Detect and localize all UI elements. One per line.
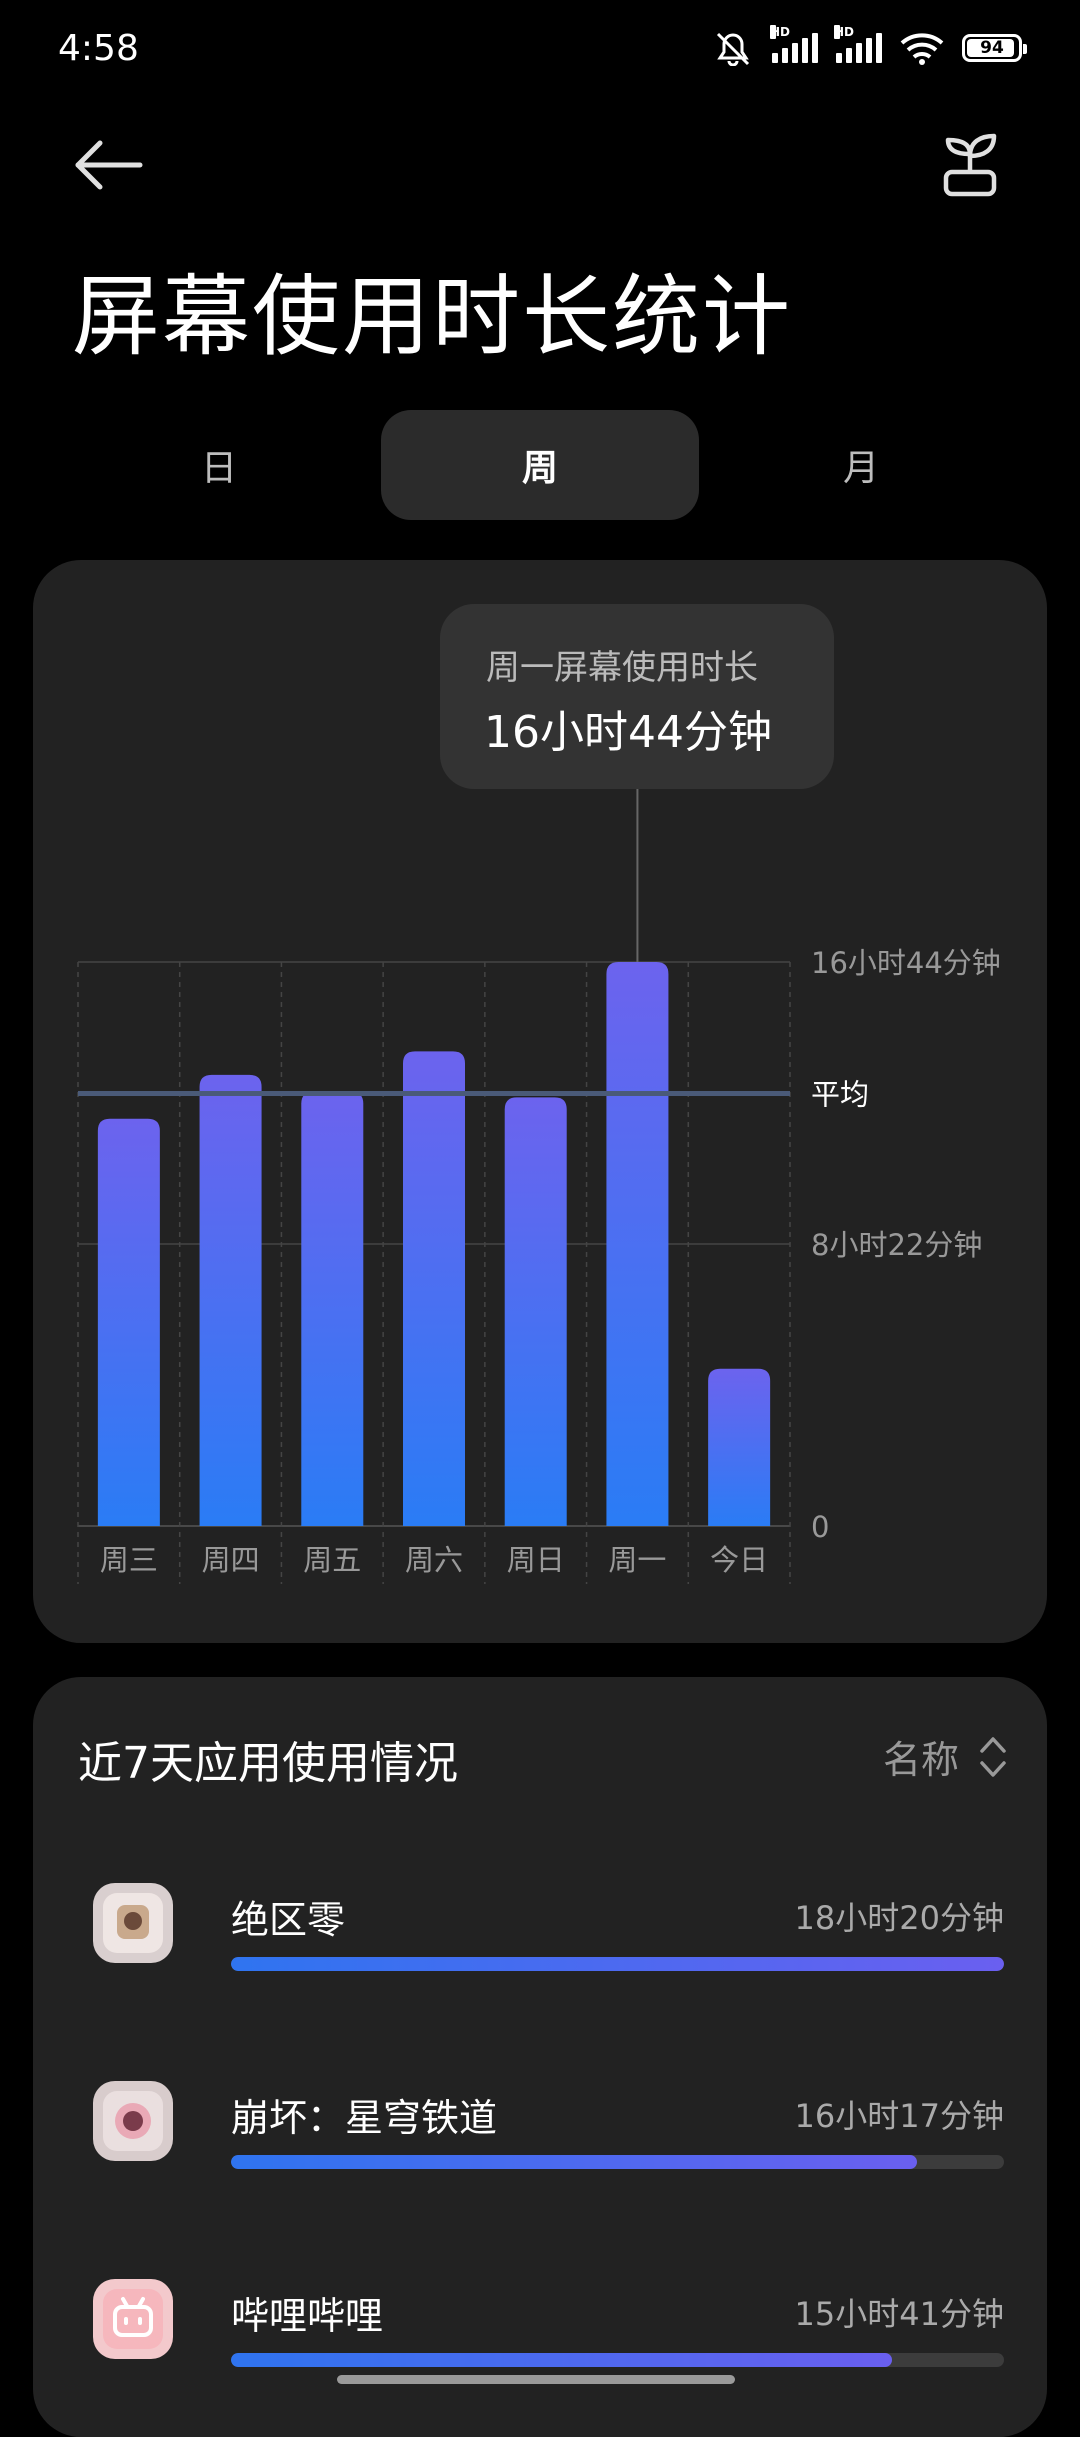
chart-bar [199, 1074, 262, 1526]
x-tick-label: 周三 [100, 1543, 158, 1577]
app-usage-card: 近7天应用使用情况 名称 绝区零 18小时20分钟 崩坏：星穹铁道 16小时17… [33, 1677, 1047, 2437]
app-row[interactable]: 哔哩哔哩 15小时41分钟 [33, 2279, 1047, 2429]
status-time: 4:58 [58, 28, 139, 69]
bilibili-app-icon [93, 2279, 173, 2359]
usage-bar [231, 2155, 1004, 2169]
chart-tooltip: 周一屏幕使用时长 16小时44分钟 [440, 604, 834, 789]
x-tick-label: 周六 [405, 1543, 463, 1577]
sort-chevrons-icon [980, 1736, 1006, 1777]
app-time: 18小时20分钟 [794, 1899, 1004, 1937]
chart-y-axis: 16小时44分钟 8小时22分钟 0 平均 [811, 946, 1001, 1544]
chart-bar [301, 1091, 364, 1526]
battery-icon: 94 [962, 34, 1027, 62]
sort-label: 名称 [882, 1738, 959, 1782]
usage-bar-fill [231, 1957, 1004, 1971]
app-name: 崩坏：星穹铁道 [231, 2096, 498, 2140]
home-indicator[interactable] [337, 2375, 735, 2384]
usage-bar [231, 2353, 1004, 2367]
tab-month[interactable]: 月 [702, 410, 1020, 520]
app-name: 绝区零 [231, 1898, 346, 1942]
chart-bar [708, 1368, 771, 1526]
usage-bar-fill [231, 2353, 892, 2367]
battery-level: 94 [980, 38, 1004, 58]
chart-bar [606, 962, 669, 1526]
status-icons: HD HD 94 [712, 25, 1027, 66]
back-button[interactable] [70, 135, 150, 195]
signal-hd-icon: HD [834, 25, 882, 63]
signal-hd-icon: HD [770, 25, 818, 63]
mute-icon [716, 32, 750, 66]
chart-bar [504, 1097, 567, 1526]
x-tick-label: 周五 [303, 1543, 361, 1577]
usage-bar [231, 1957, 1004, 1971]
y-tick-label: 16小时44分钟 [811, 946, 1001, 980]
y-tick-label: 8小时22分钟 [811, 1228, 982, 1262]
app-time: 16小时17分钟 [794, 2097, 1004, 2135]
x-tick-label: 周四 [202, 1543, 260, 1577]
tab-day[interactable]: 日 [60, 410, 378, 520]
app-time: 15小时41分钟 [794, 2295, 1004, 2333]
average-label: 平均 [811, 1077, 869, 1111]
tab-week[interactable]: 周 [381, 410, 699, 520]
tooltip-label: 周一屏幕使用时长 [486, 648, 758, 688]
wifi-icon [900, 33, 944, 65]
zzz-app-icon [93, 1883, 173, 1963]
x-tick-label: 周一 [608, 1543, 666, 1577]
arrow-left-icon [75, 140, 143, 190]
app-row[interactable]: 崩坏：星穹铁道 16小时17分钟 [33, 2081, 1047, 2231]
status-bar: 4:58 HD HD 94 [0, 0, 1080, 100]
app-row[interactable]: 绝区零 18小时20分钟 [33, 1883, 1047, 2033]
x-tick-label: 今日 [710, 1543, 768, 1577]
y-tick-label: 0 [811, 1510, 829, 1544]
star-rail-app-icon [93, 2081, 173, 2161]
sprout-icon [943, 133, 997, 197]
period-tabs: 日 周 月 [60, 410, 1020, 520]
chart-bar [403, 1051, 465, 1526]
chart-card: 16小时44分钟 8小时22分钟 0 平均 周三 周四 周五 周六 周日 周一 今日 周一屏幕使用… [33, 560, 1047, 1643]
usage-bar-fill [231, 2155, 918, 2169]
sort-button[interactable]: 名称 [883, 1729, 1007, 1784]
chart-x-axis: 周三 周四 周五 周六 周日 周一 今日 [100, 1543, 768, 1577]
chart-bar [97, 1118, 160, 1526]
usage-title: 近7天应用使用情况 [78, 1738, 458, 1789]
page-title: 屏幕使用时长统计 [72, 265, 793, 368]
sprout-button[interactable] [930, 130, 1010, 200]
x-tick-label: 周日 [507, 1543, 565, 1577]
app-name: 哔哩哔哩 [231, 2294, 384, 2338]
tooltip-value: 16小时44分钟 [484, 707, 772, 758]
chart-lines [78, 789, 790, 1096]
